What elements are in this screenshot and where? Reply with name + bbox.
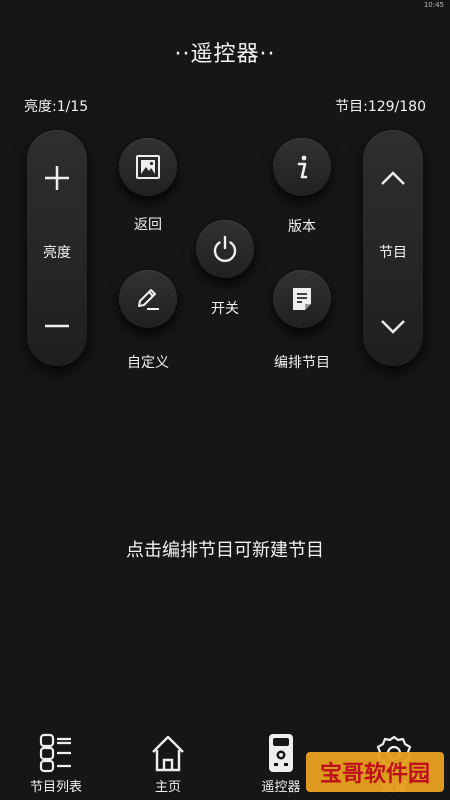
power-icon <box>213 235 237 263</box>
status-time: 10:45 <box>423 1 444 9</box>
edit-program-label: 编排节目 <box>274 355 330 371</box>
home-icon <box>152 735 184 772</box>
channel-up-button[interactable] <box>363 148 423 208</box>
tab-home-label: 主页 <box>154 780 181 795</box>
pencil-icon <box>138 289 159 310</box>
version-label: 版本 <box>288 219 316 235</box>
brightness-control: 亮度 <box>27 130 87 366</box>
brightness-up-button[interactable] <box>27 148 87 208</box>
tab-program-list[interactable]: 节目列表 <box>16 730 96 795</box>
page-title: ··遥控器·· <box>174 42 276 67</box>
info-icon <box>297 155 308 179</box>
chevron-down-icon <box>381 320 405 334</box>
back-label: 返回 <box>134 217 162 233</box>
channel-readout: 节目:129/180 <box>335 99 426 115</box>
version-button[interactable] <box>273 138 331 196</box>
channel-label: 节目 <box>379 245 407 261</box>
document-icon <box>293 288 311 310</box>
channel-down-button[interactable] <box>363 296 423 356</box>
minus-icon <box>45 324 69 328</box>
tab-home[interactable]: 主页 <box>128 730 208 795</box>
status-bar: 10:45 <box>0 0 450 10</box>
chevron-up-icon <box>381 171 405 185</box>
plus-icon <box>45 166 69 190</box>
custom-label: 自定义 <box>127 355 169 371</box>
power-label: 开关 <box>211 301 239 317</box>
tab-program-list-label: 节目列表 <box>29 780 82 795</box>
edit-program-button[interactable] <box>273 270 331 328</box>
watermark-badge: 宝哥软件园 <box>306 752 444 792</box>
hint-text: 点击编排节目可新建节目 <box>126 540 324 561</box>
power-button[interactable] <box>196 220 254 278</box>
channel-control: 节目 <box>363 130 423 366</box>
grid-list-icon <box>39 733 71 773</box>
custom-button[interactable] <box>119 270 177 328</box>
image-icon <box>136 155 160 179</box>
brightness-label: 亮度 <box>43 245 71 261</box>
brightness-readout: 亮度:1/15 <box>24 99 89 115</box>
brightness-down-button[interactable] <box>27 296 87 356</box>
back-button[interactable] <box>119 138 177 196</box>
remote-icon <box>269 734 293 772</box>
